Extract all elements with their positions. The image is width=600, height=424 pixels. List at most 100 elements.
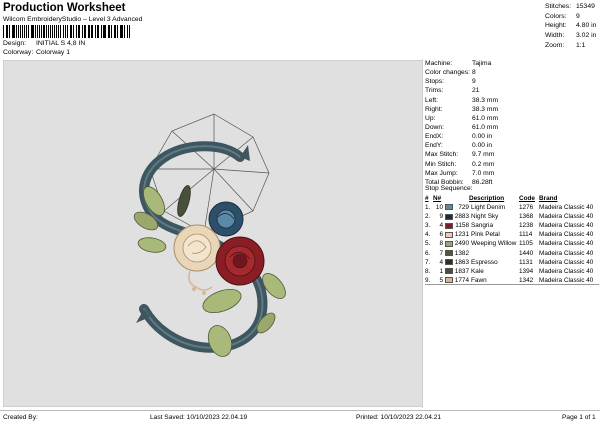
info-value: 61.0 mm bbox=[472, 124, 499, 132]
color-swatch bbox=[445, 231, 453, 238]
stop-number: 5. bbox=[425, 240, 431, 248]
info-row: Machine: Tajima bbox=[425, 59, 598, 68]
software-name: Wilcom EmbroideryStudio – Level 3 Advanc… bbox=[3, 16, 143, 23]
info-value: 0.2 mm bbox=[472, 160, 495, 168]
info-value: 9.7 mm bbox=[472, 151, 495, 159]
footer: Created By: Last Saved: 10/10/2023 22.04… bbox=[0, 410, 600, 424]
barcode-bar bbox=[107, 25, 109, 38]
thread-description: Weeping Willow bbox=[471, 240, 517, 248]
stop-number: 3. bbox=[425, 222, 431, 230]
table-row: 3. 4 1158 Sangria 1238 Madeira Classic 40 bbox=[425, 221, 599, 230]
barcode-bar bbox=[110, 25, 112, 38]
needle-number: 10 bbox=[435, 204, 443, 212]
table-row: 5. 8 2490 Weeping Willow 1105 Madeira Classic… bbox=[425, 239, 599, 248]
barcode-bar bbox=[117, 25, 118, 38]
stat-value: 15349 bbox=[576, 3, 595, 11]
thread-code: 1276 bbox=[519, 204, 534, 212]
barcode-bar bbox=[20, 25, 21, 38]
info-value: 8 bbox=[472, 69, 476, 77]
stop-number: 6. bbox=[425, 249, 431, 257]
needle-number: 9 bbox=[439, 213, 443, 221]
barcode-bar bbox=[96, 25, 98, 38]
barcode-bar bbox=[60, 25, 61, 38]
barcode-bar bbox=[65, 25, 66, 38]
thread-number: 1382 bbox=[454, 249, 469, 257]
barcode-bar bbox=[37, 25, 38, 38]
design-label: Design: bbox=[3, 40, 27, 47]
barcode-bar bbox=[40, 25, 42, 38]
stat-row: Width: 3.02 in bbox=[545, 31, 600, 41]
info-row: Right: 38.3 mm bbox=[425, 105, 598, 114]
info-value: 38.3 mm bbox=[472, 96, 499, 104]
table-header: # N# Description Code Brand bbox=[425, 194, 599, 203]
barcode-bar bbox=[115, 25, 117, 38]
thread-code: 1394 bbox=[519, 267, 534, 275]
stop-number: 7. bbox=[425, 258, 431, 266]
barcode-bar bbox=[47, 25, 49, 38]
stop-sequence-label: Stop Sequence: bbox=[425, 185, 473, 192]
info-label: Max Stitch: bbox=[425, 151, 459, 159]
color-swatch bbox=[445, 204, 453, 211]
design-value: INITIAL S 4,8 IN bbox=[36, 40, 86, 47]
barcode-bar bbox=[98, 25, 99, 38]
colorway-label: Colorway: bbox=[3, 49, 34, 56]
stat-row: Height: 4.80 in bbox=[545, 21, 600, 31]
info-label: Machine: bbox=[425, 60, 453, 68]
thread-brand: Madeira Classic 40 bbox=[539, 240, 594, 248]
stop-sequence-table: # N# Description Code Brand 1. 10 729 Light… bbox=[425, 194, 599, 285]
blue-rose bbox=[208, 201, 244, 237]
stat-label: Width: bbox=[545, 32, 565, 40]
barcode-bar bbox=[57, 25, 60, 38]
thread-code: 1131 bbox=[519, 258, 533, 266]
barcode-bar bbox=[77, 25, 79, 38]
stat-value: 4.80 in bbox=[576, 22, 597, 30]
info-row: Trims: 21 bbox=[425, 86, 598, 95]
barcode-bar bbox=[30, 25, 32, 38]
barcode bbox=[3, 25, 130, 38]
color-swatch bbox=[445, 222, 453, 229]
thread-brand: Madeira Classic 40 bbox=[539, 249, 594, 257]
barcode-bar bbox=[126, 25, 128, 38]
barcode-bar bbox=[13, 25, 15, 38]
col-code: Code bbox=[519, 195, 535, 202]
thread-code: 1114 bbox=[519, 231, 533, 239]
printed-date: Printed: 10/10/2023 22.04.21 bbox=[356, 414, 442, 421]
barcode-bar bbox=[11, 25, 13, 38]
stat-label: Zoom: bbox=[545, 41, 565, 49]
table-row: 2. 9 2883 Night Sky 1368 Madeira Classic 40 bbox=[425, 212, 599, 221]
info-label: Right: bbox=[425, 105, 443, 113]
table-row: 7. 4 1863 Espresso 1131 Madeira Classic 40 bbox=[425, 258, 599, 267]
info-value: 7.0 mm bbox=[472, 169, 495, 177]
stat-label: Stitches: bbox=[545, 3, 572, 11]
barcode-bar bbox=[26, 25, 28, 38]
info-value: 9 bbox=[472, 78, 476, 86]
col-brand: Brand bbox=[539, 195, 558, 202]
barcode-bar bbox=[53, 25, 55, 38]
barcode-bar bbox=[34, 25, 36, 38]
barcode-bar bbox=[32, 25, 34, 38]
thread-description: Kale bbox=[471, 267, 484, 275]
info-row: EndY: 0.00 in bbox=[425, 141, 598, 150]
thread-description: Sangria bbox=[471, 222, 494, 230]
info-row: Max Jump: 7.0 mm bbox=[425, 169, 598, 178]
thread-description bbox=[469, 249, 519, 258]
thread-description: Pink Petal bbox=[471, 231, 500, 239]
thread-brand: Madeira Classic 40 bbox=[539, 204, 594, 212]
barcode-bar bbox=[100, 25, 102, 38]
color-swatch bbox=[445, 268, 453, 275]
info-value: Tajima bbox=[472, 60, 492, 68]
thread-cell: 1837 bbox=[443, 267, 469, 276]
colorway-row: Colorway: Colorway 1 bbox=[3, 49, 70, 56]
barcode-bar bbox=[88, 25, 90, 38]
thread-cell: 2490 bbox=[443, 239, 469, 248]
barcode-bar bbox=[45, 25, 47, 38]
color-swatch bbox=[445, 258, 453, 265]
barcode-bar bbox=[102, 25, 104, 38]
leaves bbox=[133, 185, 286, 357]
barcode-bar bbox=[7, 25, 9, 38]
thread-cell: 1863 bbox=[443, 258, 469, 267]
colorway-value: Colorway 1 bbox=[36, 49, 70, 56]
barcode-bar bbox=[94, 25, 96, 38]
table-row: 8. 1 1837 Kale 1394 Madeira Classic 40 bbox=[425, 267, 599, 276]
col-description: Description bbox=[469, 195, 505, 202]
